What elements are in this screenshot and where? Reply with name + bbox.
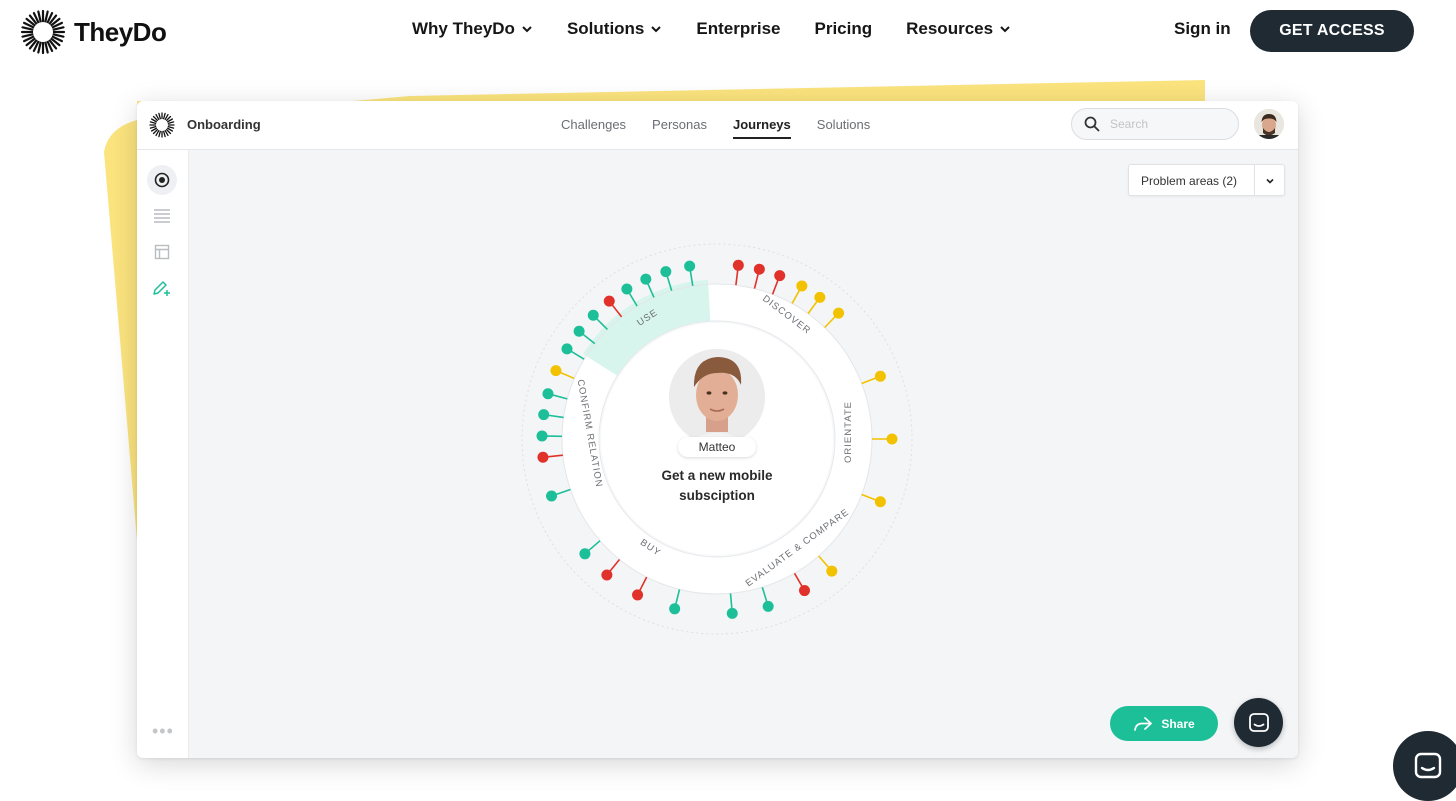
share-arrow-icon — [1133, 716, 1153, 732]
stage-label-orientate[interactable]: ORIENTATE — [843, 401, 854, 463]
user-avatar[interactable] — [1254, 109, 1284, 139]
nav-solutions[interactable]: Solutions — [567, 19, 662, 39]
touchpoint-dot[interactable] — [604, 296, 615, 307]
tab-challenges[interactable]: Challenges — [561, 117, 626, 139]
tab-journeys[interactable]: Journeys — [733, 117, 791, 139]
sunburst-logo-icon — [20, 9, 66, 55]
sidebar-journey-map[interactable] — [147, 165, 177, 195]
touchpoint-dot[interactable] — [621, 283, 632, 294]
touchpoint-dot[interactable] — [727, 608, 738, 619]
touchpoint-dot[interactable] — [875, 496, 886, 507]
nav-label: Enterprise — [696, 19, 780, 39]
logo-ray — [164, 131, 166, 137]
workspace-logo-icon[interactable] — [149, 112, 175, 138]
share-button[interactable]: Share — [1110, 706, 1218, 741]
touchpoint-dot[interactable] — [574, 326, 585, 337]
touchpoint-dot[interactable] — [754, 264, 765, 275]
layout-icon — [154, 244, 170, 260]
main-nav: Why TheyDo Solutions Enterprise Pricing … — [412, 19, 1011, 39]
sidebar-layout-view[interactable] — [147, 237, 177, 267]
nav-label: Why TheyDo — [412, 19, 515, 39]
touchpoint-dot[interactable] — [538, 409, 549, 420]
search-icon — [1084, 116, 1100, 132]
touchpoint-dot[interactable] — [684, 261, 695, 272]
touchpoint-dot[interactable] — [550, 365, 561, 376]
touchpoint-dot[interactable] — [774, 270, 785, 281]
app-window: Onboarding Challenges Personas Journeys … — [137, 101, 1298, 758]
journey-title-line-1: Get a new mobile — [637, 466, 797, 486]
touchpoint-dot[interactable] — [814, 292, 825, 303]
logo-ray — [168, 127, 174, 129]
target-icon — [154, 172, 170, 188]
nav-label: Pricing — [815, 19, 873, 39]
nav-label: Solutions — [567, 19, 644, 39]
problem-areas-dropdown[interactable]: Problem areas (2) — [1128, 164, 1285, 196]
chevron-down-icon — [521, 23, 533, 35]
tab-solutions[interactable]: Solutions — [817, 117, 870, 139]
touchpoint-dot[interactable] — [546, 490, 557, 501]
sidebar-list-view[interactable] — [147, 201, 177, 231]
nav-pricing[interactable]: Pricing — [815, 19, 873, 39]
touchpoint-dot[interactable] — [561, 343, 572, 354]
logo-ray — [159, 113, 161, 119]
workspace-name[interactable]: Onboarding — [187, 117, 261, 132]
search-box[interactable] — [1071, 108, 1239, 140]
touchpoint-dot[interactable] — [799, 585, 810, 596]
touchpoint-dot[interactable] — [796, 280, 807, 291]
logo-ray — [150, 122, 156, 124]
problem-areas-label: Problem areas (2) — [1141, 174, 1237, 188]
nav-resources[interactable]: Resources — [906, 19, 1011, 39]
app-topbar: Onboarding Challenges Personas Journeys … — [137, 101, 1298, 150]
pen-plus-icon — [152, 279, 172, 297]
site-chat-launcher[interactable] — [1393, 731, 1456, 801]
touchpoint-dot[interactable] — [669, 603, 680, 614]
brand-logo[interactable]: TheyDo — [20, 9, 166, 55]
search-input[interactable] — [1108, 116, 1222, 132]
touchpoint-dot[interactable] — [826, 566, 837, 577]
app-sidebar: ••• — [137, 150, 189, 758]
nav-label: Resources — [906, 19, 993, 39]
touchpoint-dot[interactable] — [640, 274, 651, 285]
site-header: TheyDo Why TheyDo Solutions Enterprise P… — [0, 0, 1456, 62]
sidebar-add-note[interactable] — [147, 273, 177, 303]
app-tabs: Challenges Personas Journeys Solutions — [561, 117, 870, 139]
logo-ray — [164, 113, 166, 119]
user-avatar-image — [1254, 109, 1284, 139]
chevron-down-icon — [650, 23, 662, 35]
touchpoint-dot[interactable] — [763, 601, 774, 612]
app-chat-launcher[interactable] — [1234, 698, 1283, 747]
touchpoint-dot[interactable] — [733, 260, 744, 271]
touchpoint-dot[interactable] — [542, 388, 553, 399]
nav-enterprise[interactable]: Enterprise — [696, 19, 780, 39]
nav-why-theydo[interactable]: Why TheyDo — [412, 19, 533, 39]
touchpoint-dot[interactable] — [660, 266, 671, 277]
dropdown-divider — [1254, 165, 1255, 195]
tab-personas[interactable]: Personas — [652, 117, 707, 139]
touchpoint-dot[interactable] — [579, 548, 590, 559]
touchpoint-dot[interactable] — [537, 452, 548, 463]
persona-name-tag[interactable]: Matteo — [678, 437, 756, 457]
touchpoint-dot[interactable] — [833, 308, 844, 319]
chat-icon — [1413, 751, 1443, 781]
chat-icon — [1248, 712, 1270, 734]
chevron-down-icon — [999, 23, 1011, 35]
touchpoint-dot[interactable] — [601, 570, 612, 581]
share-label: Share — [1161, 717, 1194, 731]
more-options-icon[interactable]: ••• — [152, 726, 174, 736]
journey-title-line-2: subsciption — [637, 486, 797, 506]
sign-in-link[interactable]: Sign in — [1174, 19, 1231, 39]
logo-ray — [168, 122, 174, 124]
touchpoint-dot[interactable] — [588, 310, 599, 321]
journey-title: Get a new mobile subsciption — [637, 466, 797, 506]
touchpoint-dot[interactable] — [632, 589, 643, 600]
logo-ray — [159, 131, 161, 137]
touchpoint-dot[interactable] — [887, 434, 898, 445]
touchpoint-dot[interactable] — [537, 430, 548, 441]
touchpoint-dot[interactable] — [875, 371, 886, 382]
logo-ray — [150, 127, 156, 129]
list-icon — [153, 208, 171, 224]
chevron-down-icon — [1265, 176, 1275, 186]
brand-name: TheyDo — [74, 17, 166, 48]
get-access-button[interactable]: GET ACCESS — [1250, 10, 1414, 52]
